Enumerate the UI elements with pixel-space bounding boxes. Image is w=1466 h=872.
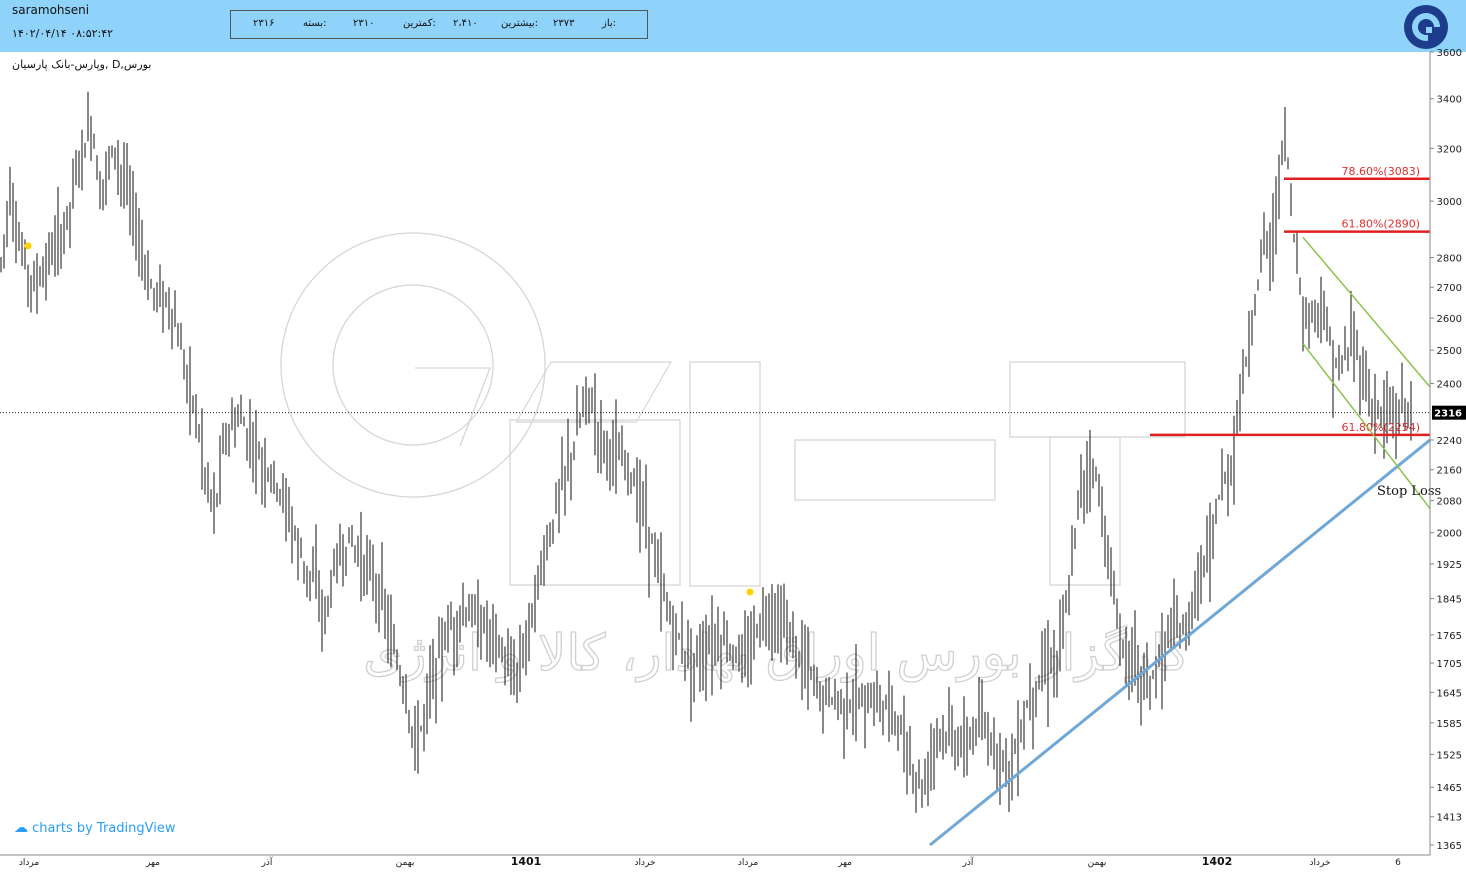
- price-tick-label: 1765: [1437, 631, 1462, 642]
- price-tick-label: 1585: [1437, 719, 1462, 730]
- time-tick-label: مهر: [837, 858, 852, 868]
- price-tick-label: 2800: [1437, 254, 1462, 265]
- time-tick-label: خرداد: [634, 858, 655, 868]
- price-tick-label: 3400: [1437, 95, 1462, 106]
- price-tick-label: 1845: [1437, 595, 1462, 606]
- price-tick-label: 3200: [1437, 144, 1462, 155]
- time-tick-label: مهر: [145, 858, 160, 868]
- time-tick-label: مرداد: [738, 858, 758, 868]
- price-tick-label: 2700: [1437, 283, 1462, 294]
- price-tick-label: 3000: [1437, 197, 1462, 208]
- time-tick-label: 1401: [511, 855, 542, 868]
- time-tick-label: آذر: [261, 856, 273, 868]
- tradingview-credit: ☁ charts by TradingView: [14, 820, 175, 836]
- price-tick-label: 2000: [1437, 529, 1462, 540]
- price-tick-label: 1365: [1437, 841, 1462, 852]
- price-tick-label: 2080: [1437, 497, 1462, 508]
- fib-level-label: 61.80%(2890): [1341, 218, 1420, 231]
- price-tick-label: 2240: [1437, 436, 1462, 447]
- time-axis: مرداد مهر آذر بهمن 1401 خرداد مرداد مهر آذر بهمن 1…: [0, 854, 1430, 868]
- time-tick-label: 6: [1395, 858, 1401, 868]
- price-tick-label: 2160: [1437, 466, 1462, 477]
- price-tick-label: 1705: [1437, 659, 1462, 670]
- time-tick-label: 1402: [1202, 855, 1233, 868]
- price-tick-label: 1645: [1437, 688, 1462, 699]
- time-tick-label: بهمن: [1088, 858, 1107, 868]
- fib-level-label: 78.60%(3083): [1341, 165, 1420, 178]
- time-tick-label: آذر: [962, 856, 974, 868]
- price-tick-label: 2400: [1437, 380, 1462, 391]
- price-tick-label: 2600: [1437, 314, 1462, 325]
- tradingview-cloud-icon: ☁: [14, 820, 28, 836]
- tradingview-label: charts by TradingView: [32, 821, 176, 836]
- last-price-label: 2316: [1434, 409, 1462, 420]
- signal-marker: [746, 588, 754, 596]
- price-tick-label: 1525: [1437, 750, 1462, 761]
- price-tick-label: 3600: [1437, 48, 1462, 59]
- time-tick-label: خرداد: [1309, 858, 1330, 868]
- signal-marker: [24, 242, 32, 250]
- time-tick-label: مرداد: [19, 858, 39, 868]
- stop-loss-annotation: Stop Loss: [1377, 484, 1441, 499]
- price-tick-label: 2500: [1437, 346, 1462, 357]
- price-bars: [0, 91, 1412, 813]
- fib-level-label: 61.80%(2254): [1341, 421, 1420, 434]
- price-chart: کارگزار بورس اوراق بهادار، کالا و انرژی …: [0, 48, 1466, 868]
- time-tick-label: بهمن: [396, 858, 415, 868]
- price-axis: 3600 3400 3200 3000 2800 2700 2600 2500 2400 2240…: [1429, 48, 1466, 855]
- price-tick-label: 1465: [1437, 783, 1462, 794]
- price-tick-label: 1925: [1437, 560, 1462, 571]
- price-tick-label: 1413: [1437, 813, 1462, 824]
- broker-watermark: کارگزار بورس اوراق بهادار، کالا و انرژی: [280, 232, 1191, 684]
